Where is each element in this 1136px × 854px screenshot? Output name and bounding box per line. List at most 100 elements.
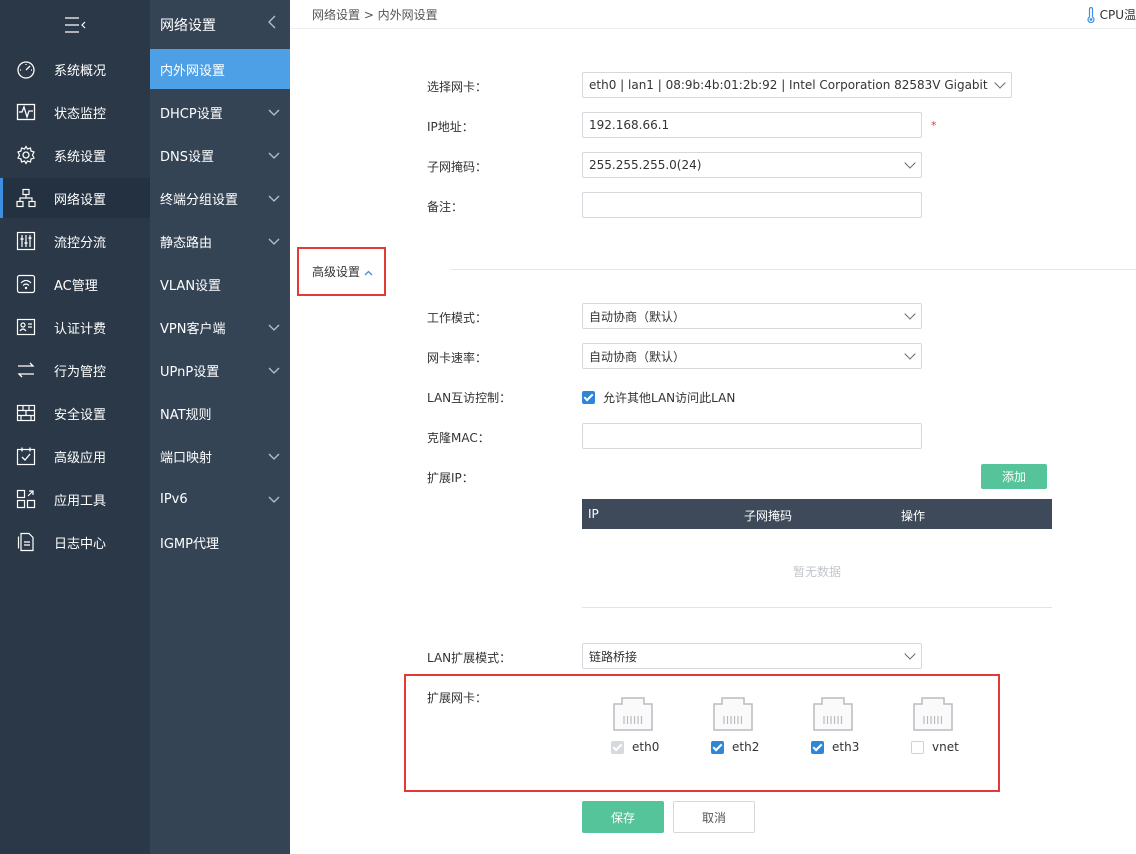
nic-select-value: eth0 | lan1 | 08:9b:4b:01:2b:92 | Intel … [589, 78, 989, 92]
sidebar-item-security[interactable]: 安全设置 [0, 393, 150, 433]
sidebar-item-app-tools[interactable]: 应用工具 [0, 479, 150, 519]
extended-nic-label: 扩展网卡： [427, 691, 488, 705]
table-empty-text: 暂无数据 [792, 565, 841, 579]
subnav-item-lan-wan[interactable]: 内外网设置 [150, 49, 290, 89]
nic-speed-value: 自动协商（默认） [589, 349, 686, 364]
sidebar-item-network-settings[interactable]: 网络设置 [0, 178, 150, 218]
collapse-left-icon[interactable] [268, 14, 276, 33]
clone-mac-label: 克隆MAC： [427, 431, 490, 445]
subnav-item-upnp[interactable]: UPnP设置 [150, 350, 290, 390]
ethernet-port-icon [812, 696, 854, 735]
breadcrumb: 网络设置 > 内外网设置 [312, 8, 438, 22]
chevron-down-icon [268, 493, 280, 508]
column-header-mask: 子网掩码 [744, 509, 793, 523]
monitor-icon [15, 102, 37, 122]
sidebar-item-traffic-control[interactable]: 流控分流 [0, 221, 150, 261]
column-header-action: 操作 [901, 509, 926, 523]
subnet-mask-value: 255.255.255.0(24) [589, 158, 702, 172]
subnav-title: 网络设置 [160, 17, 216, 34]
lan-extend-mode-select[interactable]: 链路桥接 [582, 643, 922, 669]
cpu-temp-indicator[interactable]: CPU温 [1086, 6, 1136, 23]
nic-checkbox-eth2[interactable] [711, 740, 724, 754]
log-icon [15, 532, 37, 552]
extended-ip-table-header: IP 子网掩码 操作 [582, 499, 1052, 529]
subnav-item-static-route[interactable]: 静态路由 [150, 221, 290, 261]
work-mode-label: 工作模式： [427, 311, 488, 325]
subnav-item-vlan[interactable]: VLAN设置 [150, 264, 290, 304]
subnav-item-igmp[interactable]: IGMP代理 [150, 522, 290, 562]
subnav-item-port-mapping[interactable]: 端口映射 [150, 436, 290, 476]
subnav-item-label: VPN客户端 [160, 321, 226, 337]
sidebar-item-system-settings[interactable]: 系统设置 [0, 135, 150, 175]
subnet-mask-select[interactable]: 255.255.255.0(24) [582, 152, 922, 178]
ethernet-port-icon [912, 696, 954, 735]
work-mode-value: 自动协商（默认） [589, 309, 686, 324]
subnav-item-nat[interactable]: NAT规则 [150, 393, 290, 433]
clone-mac-input[interactable] [582, 423, 922, 449]
sidebar-item-overview[interactable]: 系统概况 [0, 49, 150, 89]
note-input[interactable] [582, 192, 922, 218]
save-button[interactable]: 保存 [582, 801, 664, 833]
cpu-temp-label: CPU温 [1099, 8, 1136, 22]
sidebar-item-label: AC管理 [54, 278, 98, 294]
sidebar-item-label: 安全设置 [54, 407, 107, 423]
extended-ip-label: 扩展IP： [427, 471, 474, 485]
subnav-item-label: 端口映射 [160, 450, 213, 466]
check-doc-icon [15, 446, 37, 466]
subnav-item-ipv6[interactable]: IPv6 [150, 479, 290, 519]
ethernet-port-icon [712, 696, 754, 735]
dashboard-icon [15, 59, 37, 79]
nic-select[interactable]: eth0 | lan1 | 08:9b:4b:01:2b:92 | Intel … [582, 72, 1012, 98]
lan-extend-mode-value: 链路桥接 [589, 649, 638, 664]
main-content: 网络设置 > 内外网设置 CPU温 选择网卡： eth0 | lan1 | 08… [290, 0, 1136, 854]
nic-checkbox-vnet[interactable] [911, 740, 924, 754]
id-card-icon [15, 317, 37, 337]
subnav-header: 网络设置 [150, 0, 290, 49]
firewall-icon [15, 403, 37, 423]
sidebar-item-label: 系统概况 [54, 63, 107, 79]
required-mark: * [931, 119, 937, 132]
sidebar-item-ac-management[interactable]: AC管理 [0, 264, 150, 304]
cancel-button[interactable]: 取消 [673, 801, 755, 833]
subnav-item-terminal-group[interactable]: 终端分组设置 [150, 178, 290, 218]
nic-checkbox-eth3[interactable] [811, 740, 824, 754]
main-sidebar: 系统概况 状态监控 系统设置 网络设置 流控分流 AC管理 认证计费 行为管控 … [0, 0, 150, 854]
lan-access-control[interactable]: 允许其他LAN访问此LAN [582, 389, 735, 406]
subnav-item-dns[interactable]: DNS设置 [150, 135, 290, 175]
subnav-item-label: 内外网设置 [160, 63, 226, 79]
subnav-item-label: 终端分组设置 [160, 192, 239, 208]
table-bottom-border [582, 607, 1052, 608]
sidebar-item-behavior-control[interactable]: 行为管控 [0, 350, 150, 390]
subnav-item-label: UPnP设置 [160, 364, 220, 380]
subnav-item-vpn-client[interactable]: VPN客户端 [150, 307, 290, 347]
lan-access-checkbox[interactable] [582, 391, 595, 404]
ip-address-label: IP地址： [427, 120, 474, 134]
subnav-item-label: DHCP设置 [160, 106, 223, 122]
advanced-settings-toggle[interactable]: 高级设置 [297, 247, 386, 296]
lan-access-control-label: LAN互访控制： [427, 391, 512, 405]
chevron-down-icon [268, 192, 280, 207]
sidebar-item-log-center[interactable]: 日志中心 [0, 522, 150, 562]
subnav-item-label: VLAN设置 [160, 278, 222, 294]
header-divider [290, 28, 1136, 29]
nic-name-eth3: eth3 [832, 740, 860, 754]
add-extended-ip-button[interactable]: 添加 [981, 464, 1047, 489]
menu-toggle-button[interactable] [0, 0, 150, 49]
sidebar-item-advanced-apps[interactable]: 高级应用 [0, 436, 150, 476]
column-header-ip: IP [588, 507, 599, 521]
chevron-down-icon [268, 149, 280, 164]
subnav-item-dhcp[interactable]: DHCP设置 [150, 92, 290, 132]
chevron-up-icon [364, 265, 373, 279]
nic-speed-select[interactable]: 自动协商（默认） [582, 343, 922, 369]
subnav-item-label: IGMP代理 [160, 536, 219, 552]
extended-nic-highlight [404, 674, 1000, 792]
note-label: 备注： [427, 200, 464, 214]
menu-collapse-icon [65, 16, 86, 33]
sidebar-item-auth-billing[interactable]: 认证计费 [0, 307, 150, 347]
sidebar-item-monitor[interactable]: 状态监控 [0, 92, 150, 132]
work-mode-select[interactable]: 自动协商（默认） [582, 303, 922, 329]
ip-address-input[interactable]: 192.168.66.1 [582, 112, 922, 138]
ethernet-port-icon [612, 696, 654, 735]
sidebar-item-label: 高级应用 [54, 450, 107, 466]
chevron-down-icon [268, 321, 280, 336]
